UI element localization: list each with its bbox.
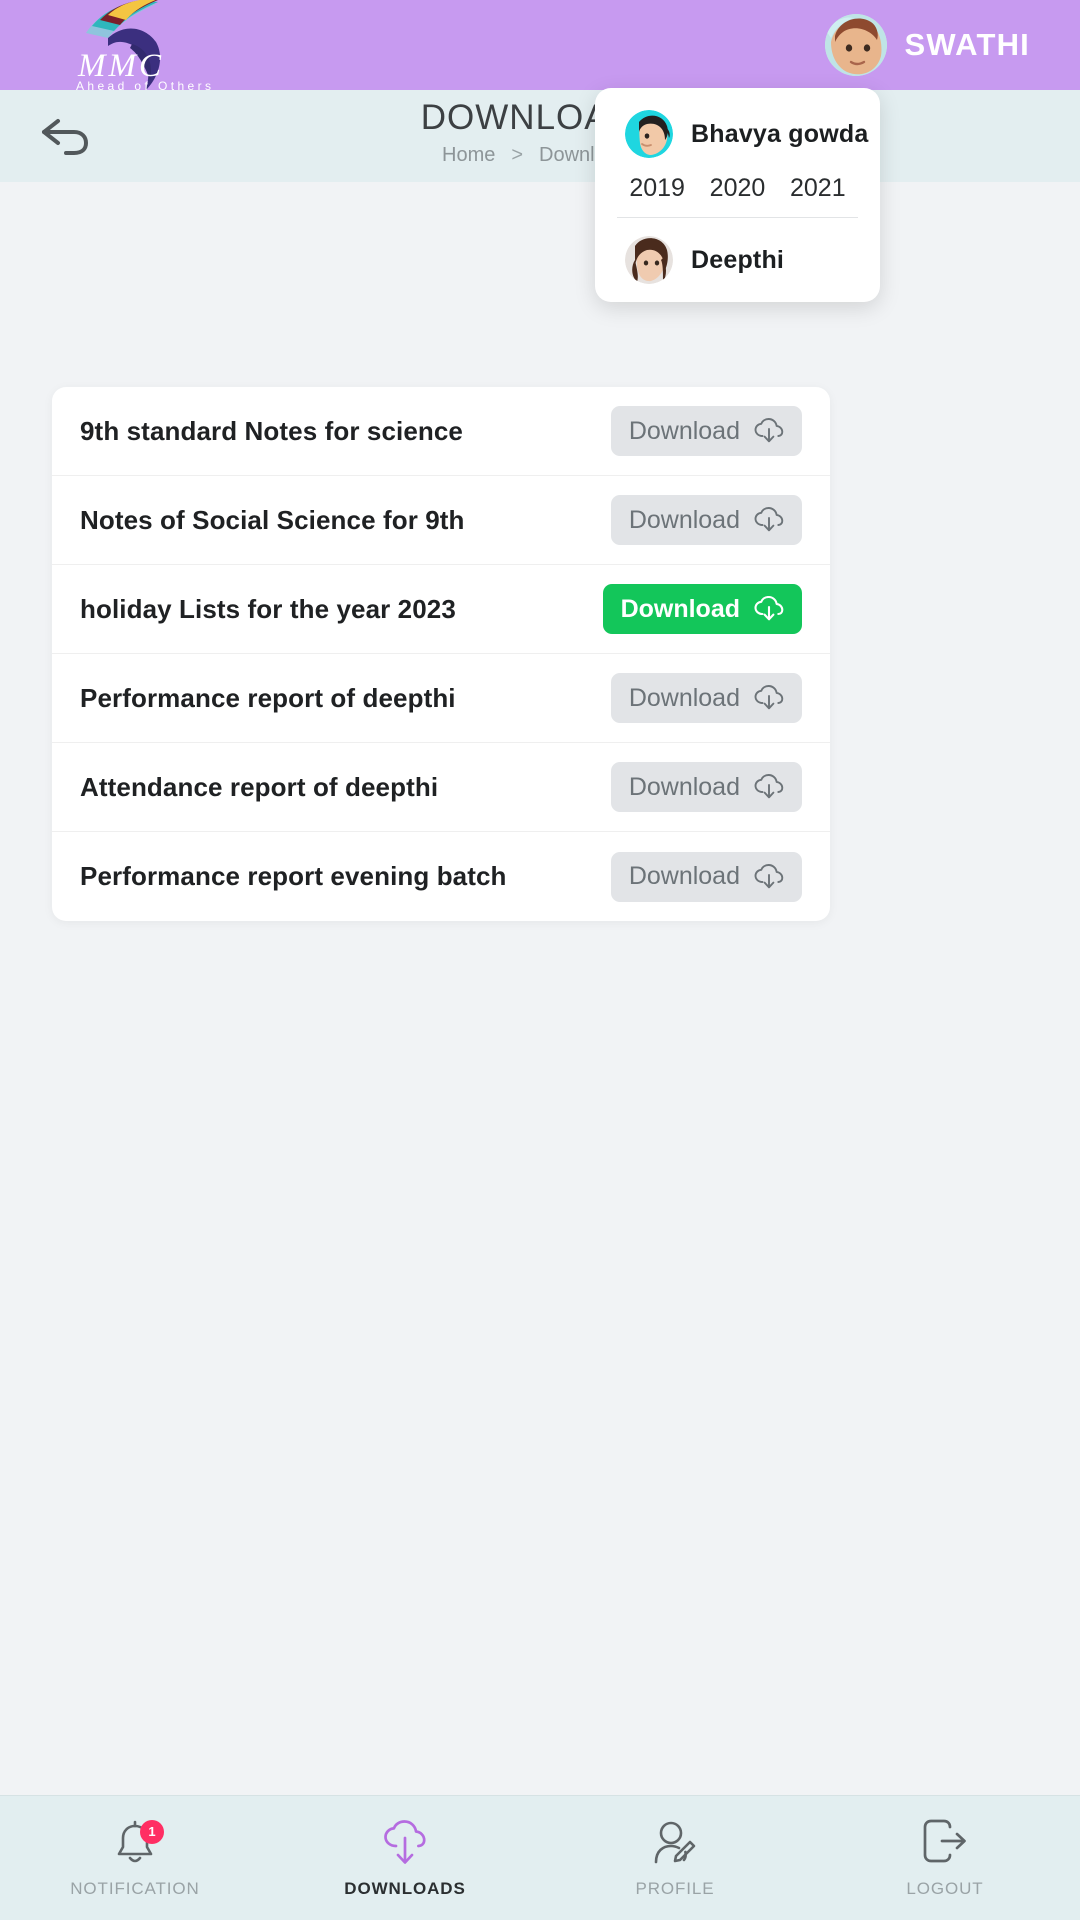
nav-label-profile: PROFILE xyxy=(635,1878,715,1898)
student-name: Deepthi xyxy=(691,245,785,274)
download-button-label: Download xyxy=(628,683,740,712)
main-content: 9th standard Notes for science Download … xyxy=(0,182,1080,1795)
notification-icon-box: 1 xyxy=(106,1818,164,1870)
breadcrumb-separator: > xyxy=(511,144,524,166)
downloads-row: holiday Lists for the year 2023 Download xyxy=(52,565,830,654)
downloads-row: Notes of Social Science for 9th Download xyxy=(52,476,830,565)
year-option-2021[interactable]: 2021 xyxy=(790,174,846,203)
download-title: holiday Lists for the year 2023 xyxy=(80,593,456,624)
page-title: DOWNLOADS xyxy=(420,98,660,137)
download-button-active[interactable]: Download xyxy=(602,584,802,634)
download-button-label: Download xyxy=(620,594,740,623)
downloads-row: 9th standard Notes for science Download xyxy=(52,387,830,476)
avatar xyxy=(625,236,673,284)
nav-label-notification: NOTIFICATION xyxy=(70,1878,200,1898)
student-selector-panel[interactable]: Bhavya gowda 2019 2020 2021 Deepthi xyxy=(595,88,880,302)
nav-item-logout[interactable]: LOGOUT xyxy=(810,1796,1080,1920)
download-title: Performance report of deepthi xyxy=(80,682,456,713)
bhavya-avatar-icon xyxy=(625,110,673,158)
bottom-navigation: 1 NOTIFICATION DOWNLOADS PROFILE LOGOUT xyxy=(0,1795,1080,1920)
deepthi-avatar-icon xyxy=(625,236,673,284)
download-title: Performance report evening batch xyxy=(80,861,507,891)
year-option-2020[interactable]: 2020 xyxy=(710,174,766,203)
student-name: Bhavya gowda xyxy=(691,119,869,148)
download-button[interactable]: Download xyxy=(610,851,802,902)
mmc-logo-icon: MMC Ahead of Others xyxy=(76,0,211,92)
cloud-download-icon xyxy=(754,418,784,443)
downloads-row: Performance report evening batch Downloa… xyxy=(52,832,830,921)
nav-item-downloads[interactable]: DOWNLOADS xyxy=(270,1796,540,1920)
nav-item-profile[interactable]: PROFILE xyxy=(540,1796,810,1920)
download-button[interactable]: Download xyxy=(610,673,802,723)
downloads-row: Attendance report of deepthi Download xyxy=(52,743,830,832)
page-titlebar: DOWNLOADS Home > Downloads xyxy=(0,90,1080,182)
logout-icon-box xyxy=(916,1818,974,1870)
student-row-bhavya[interactable]: Bhavya gowda xyxy=(595,106,880,162)
student-year-row: 2019 2020 2021 xyxy=(595,162,880,217)
nav-label-downloads: DOWNLOADS xyxy=(344,1878,466,1898)
cloud-download-icon xyxy=(754,596,784,621)
download-button[interactable]: Download xyxy=(610,495,802,545)
student-row-deepthi[interactable]: Deepthi xyxy=(595,218,880,288)
nav-label-logout: LOGOUT xyxy=(906,1878,984,1898)
download-button-label: Download xyxy=(628,862,740,890)
download-button-label: Download xyxy=(628,416,740,445)
download-button[interactable]: Download xyxy=(610,406,802,456)
avatar xyxy=(824,14,887,76)
brand-header: MMC Ahead of Others SWATHI xyxy=(0,0,1080,92)
year-option-2019[interactable]: 2019 xyxy=(629,174,685,203)
cloud-download-icon xyxy=(384,1819,426,1864)
cloud-download-icon xyxy=(754,863,784,888)
download-title: Notes of Social Science for 9th xyxy=(80,504,465,535)
app-screen: MMC Ahead of Others SWATHI DOWNLOADS Hom… xyxy=(0,0,1080,1920)
header-user-name: SWATHI xyxy=(904,27,1030,62)
cloud-download-icon xyxy=(754,685,784,710)
title-block: DOWNLOADS Home > Downloads xyxy=(0,96,1080,168)
download-title: 9th standard Notes for science xyxy=(80,415,463,446)
logout-icon xyxy=(923,1819,966,1862)
profile-icon-box xyxy=(646,1818,704,1870)
notification-badge: 1 xyxy=(140,1819,164,1844)
downloads-icon-box xyxy=(376,1818,434,1870)
header-user-chip[interactable]: SWATHI xyxy=(824,14,1030,76)
mmc-logo[interactable]: MMC Ahead of Others xyxy=(34,0,224,92)
nav-item-notification[interactable]: 1 NOTIFICATION xyxy=(0,1796,270,1920)
swathi-avatar-icon xyxy=(824,14,887,76)
download-button-label: Download xyxy=(628,505,740,534)
breadcrumb: Home > Downloads xyxy=(0,142,1080,168)
user-edit-icon xyxy=(654,1821,696,1863)
cloud-download-icon xyxy=(754,507,784,532)
cloud-download-icon xyxy=(754,774,784,799)
back-arrow-icon xyxy=(42,119,88,155)
breadcrumb-home[interactable]: Home xyxy=(442,142,495,168)
avatar xyxy=(625,110,673,158)
download-button[interactable]: Download xyxy=(610,762,802,812)
downloads-list-card: 9th standard Notes for science Download … xyxy=(52,387,830,921)
download-button-label: Download xyxy=(628,772,740,801)
back-button[interactable] xyxy=(20,90,110,182)
downloads-row: Performance report of deepthi Download xyxy=(52,654,830,743)
download-title: Attendance report of deepthi xyxy=(80,771,439,802)
